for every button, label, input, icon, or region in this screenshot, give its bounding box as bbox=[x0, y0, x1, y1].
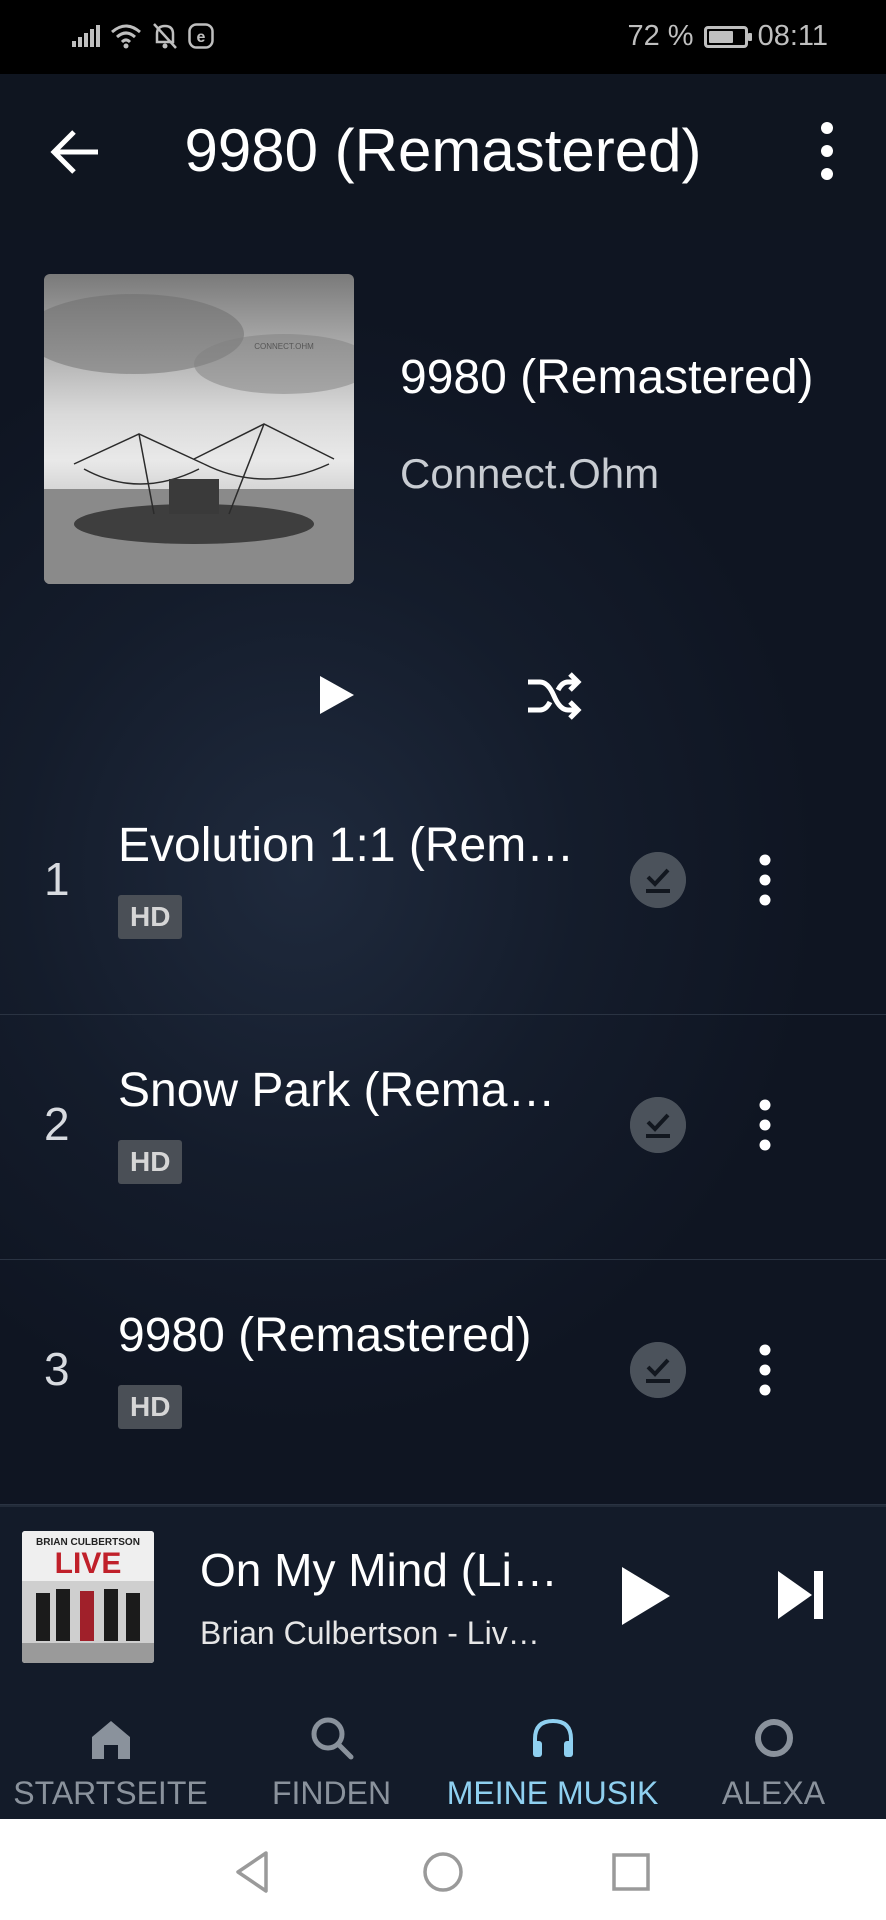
track-row[interactable]: 3 9980 (Remastered) HD bbox=[0, 1260, 886, 1505]
nav-finden[interactable]: FINDEN bbox=[221, 1693, 442, 1819]
track-row[interactable]: 2 Snow Park (Rema… HD bbox=[0, 1015, 886, 1260]
bell-muted-icon bbox=[153, 23, 177, 49]
system-nav-bar bbox=[0, 1819, 886, 1920]
album-cover-art: CONNECT.OHM bbox=[44, 274, 354, 584]
play-icon[interactable] bbox=[614, 1561, 674, 1631]
more-options-icon[interactable] bbox=[802, 116, 852, 186]
hd-badge: HD bbox=[118, 1140, 183, 1184]
play-album-icon[interactable] bbox=[310, 670, 360, 720]
album-cover-text: CONNECT.OHM bbox=[254, 342, 314, 351]
nav-label: FINDEN bbox=[271, 1775, 392, 1811]
mini-player[interactable]: BRIAN CULBERTSON LIVE On My Mind (Li… Br… bbox=[0, 1505, 886, 1695]
track-row[interactable]: 1 Evolution 1:1 (Rem… HD bbox=[0, 770, 886, 1015]
track-number: 3 bbox=[44, 1343, 70, 1395]
track-title: 9980 (Remastered) bbox=[118, 1309, 532, 1362]
e-badge-icon: e bbox=[188, 23, 214, 49]
search-icon bbox=[311, 1717, 353, 1760]
system-home-icon[interactable] bbox=[418, 1847, 468, 1897]
downloaded-check-icon bbox=[630, 852, 686, 908]
battery-percent: 72 % bbox=[627, 20, 694, 52]
wifi-icon bbox=[111, 24, 141, 49]
system-back-icon[interactable] bbox=[228, 1847, 278, 1897]
status-right: 72 % 08:11 bbox=[627, 20, 828, 53]
signal-icon bbox=[72, 25, 100, 47]
nav-startseite[interactable]: STARTSEITE bbox=[0, 1693, 221, 1819]
page-title: 9980 (Remastered) bbox=[184, 117, 702, 184]
battery-fill bbox=[708, 30, 733, 43]
skip-next-icon[interactable] bbox=[772, 1565, 832, 1625]
status-icons: e bbox=[72, 22, 214, 50]
now-playing-art-image: BRIAN CULBERTSON LIVE bbox=[22, 1531, 154, 1663]
svg-text:e: e bbox=[197, 29, 206, 46]
downloaded-check-icon bbox=[630, 1097, 686, 1153]
track-title: Evolution 1:1 (Rem… bbox=[118, 819, 575, 872]
nav-meine-musik[interactable]: MEINE MUSIK bbox=[442, 1693, 663, 1819]
alexa-ring-icon bbox=[754, 1719, 793, 1757]
nav-label: ALEXA bbox=[721, 1775, 826, 1811]
nav-label: MEINE MUSIK bbox=[446, 1775, 659, 1811]
art-title-text: LIVE bbox=[55, 1547, 122, 1580]
home-icon bbox=[91, 1721, 130, 1759]
shuffle-icon[interactable] bbox=[524, 666, 584, 726]
track-more-icon[interactable] bbox=[740, 1340, 790, 1400]
clock: 08:11 bbox=[757, 20, 828, 52]
now-playing-art[interactable]: BRIAN CULBERTSON LIVE bbox=[22, 1531, 154, 1663]
track-number: 1 bbox=[44, 853, 70, 905]
album-title: 9980 (Remastered) bbox=[400, 351, 814, 404]
hd-badge: HD bbox=[118, 895, 183, 939]
downloaded-check-icon bbox=[630, 1342, 686, 1398]
nav-alexa[interactable]: ALEXA bbox=[663, 1693, 884, 1819]
now-playing-title: On My Mind (Li… bbox=[200, 1544, 558, 1596]
album-cover: CONNECT.OHM bbox=[44, 274, 354, 584]
track-title: Snow Park (Rema… bbox=[118, 1064, 556, 1117]
track-number: 2 bbox=[44, 1098, 70, 1150]
nav-label: STARTSEITE bbox=[13, 1775, 208, 1811]
track-more-icon[interactable] bbox=[740, 1095, 790, 1155]
track-more-icon[interactable] bbox=[740, 850, 790, 910]
headphones-icon bbox=[532, 1718, 573, 1757]
hd-badge: HD bbox=[118, 1385, 183, 1429]
battery-icon bbox=[703, 25, 752, 48]
album-artist[interactable]: Connect.Ohm bbox=[400, 450, 659, 498]
now-playing-subtitle: Brian Culbertson - Liv… bbox=[200, 1615, 540, 1651]
bottom-nav: STARTSEITE FINDEN MEINE MUSIK ALEXA bbox=[0, 1693, 886, 1819]
system-recents-icon[interactable] bbox=[606, 1847, 656, 1897]
album-content: CONNECT.OHM 9980 (Remastered) Connect.Oh… bbox=[0, 230, 886, 1505]
status-bar: e 72 % 08:11 bbox=[0, 0, 886, 74]
app-bar: 9980 (Remastered) bbox=[0, 74, 886, 230]
